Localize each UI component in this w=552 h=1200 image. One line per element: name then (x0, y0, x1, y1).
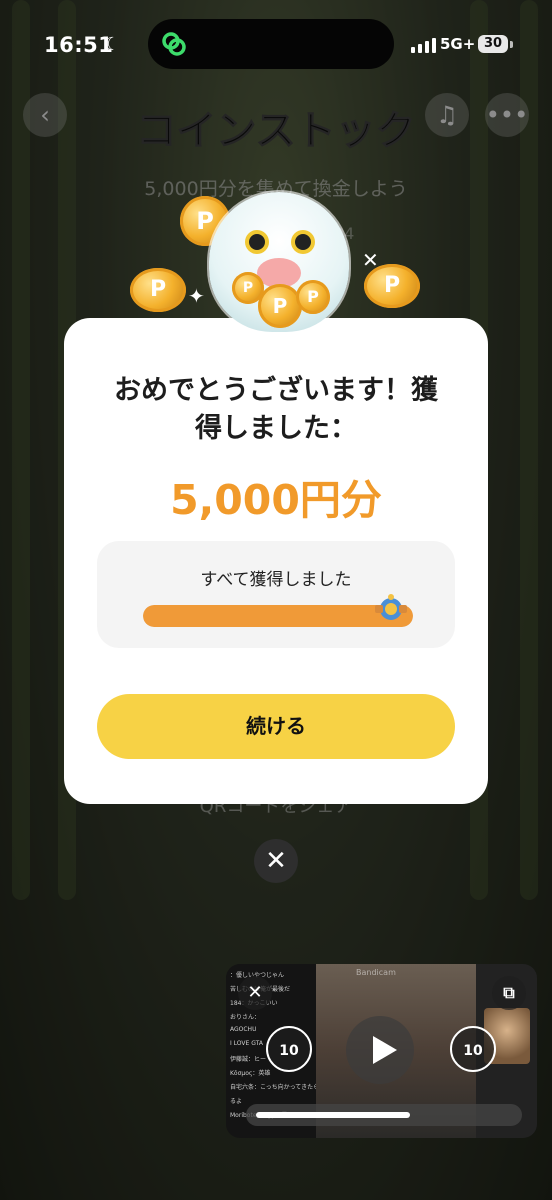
coin-icon: P (232, 272, 264, 304)
status-bar: 16:51 ☾ 5G+ 30 (0, 0, 552, 90)
congrats-message: おめでとうございます！獲得しました： (114, 375, 438, 444)
chat-line: AGOCHU (230, 1026, 257, 1033)
signal-icon (411, 38, 436, 53)
playback-progress (256, 1112, 410, 1118)
battery-icon: 30 (478, 35, 508, 53)
chat-line: 伊藤誠：ヒー (230, 1056, 267, 1063)
pip-video-player[interactable]: ：優しいやつじゃん苦しむのは俺が最後だ184：かっこいいおりさん：AGOCHUI… (226, 964, 537, 1138)
rocket-icon (375, 594, 407, 620)
sparkle-icon: ✦ (188, 284, 205, 308)
skip-back-label: 10 (279, 1043, 299, 1059)
sparkle-icon: ✕ (362, 248, 379, 272)
skip-forward-label: 10 (463, 1043, 483, 1059)
dynamic-island (148, 19, 394, 69)
play-button[interactable] (346, 1016, 414, 1084)
pip-expand-button[interactable]: ⧉ (492, 976, 526, 1010)
chat-line: I LOVE GTA (230, 1040, 263, 1047)
skip-forward-button[interactable]: 10 (450, 1026, 496, 1072)
network-label: 5G+ (440, 35, 476, 53)
close-button[interactable]: ✕ (254, 839, 298, 883)
reward-amount: 5,000円分 (170, 476, 382, 524)
app-logo-icon (162, 32, 186, 56)
chat-line: Kōσμος：英雄 (230, 1070, 271, 1077)
moon-icon: ☾ (104, 34, 121, 55)
status-time: 16:51 (44, 33, 114, 57)
watermark: Bandicam (356, 968, 396, 977)
coin-icon: P (258, 284, 302, 328)
continue-button[interactable]: 続ける (97, 694, 455, 759)
reward-dialog: おめでとうございます！獲得しました： 5,000円分 すべて獲得しました 続ける (64, 318, 488, 804)
chat-line: るよ (230, 1098, 243, 1105)
skip-back-button[interactable]: 10 (266, 1026, 312, 1072)
chat-line: おりさん： (230, 1014, 261, 1021)
progress-label: すべて獲得しました (200, 570, 352, 590)
pip-close-button[interactable]: ✕ (238, 976, 272, 1010)
battery-tip (510, 41, 513, 48)
coin-icon: P (296, 280, 330, 314)
progress-panel: すべて獲得しました (97, 541, 455, 648)
playback-scrubber[interactable] (246, 1104, 522, 1126)
coin-icon: P (130, 268, 186, 312)
